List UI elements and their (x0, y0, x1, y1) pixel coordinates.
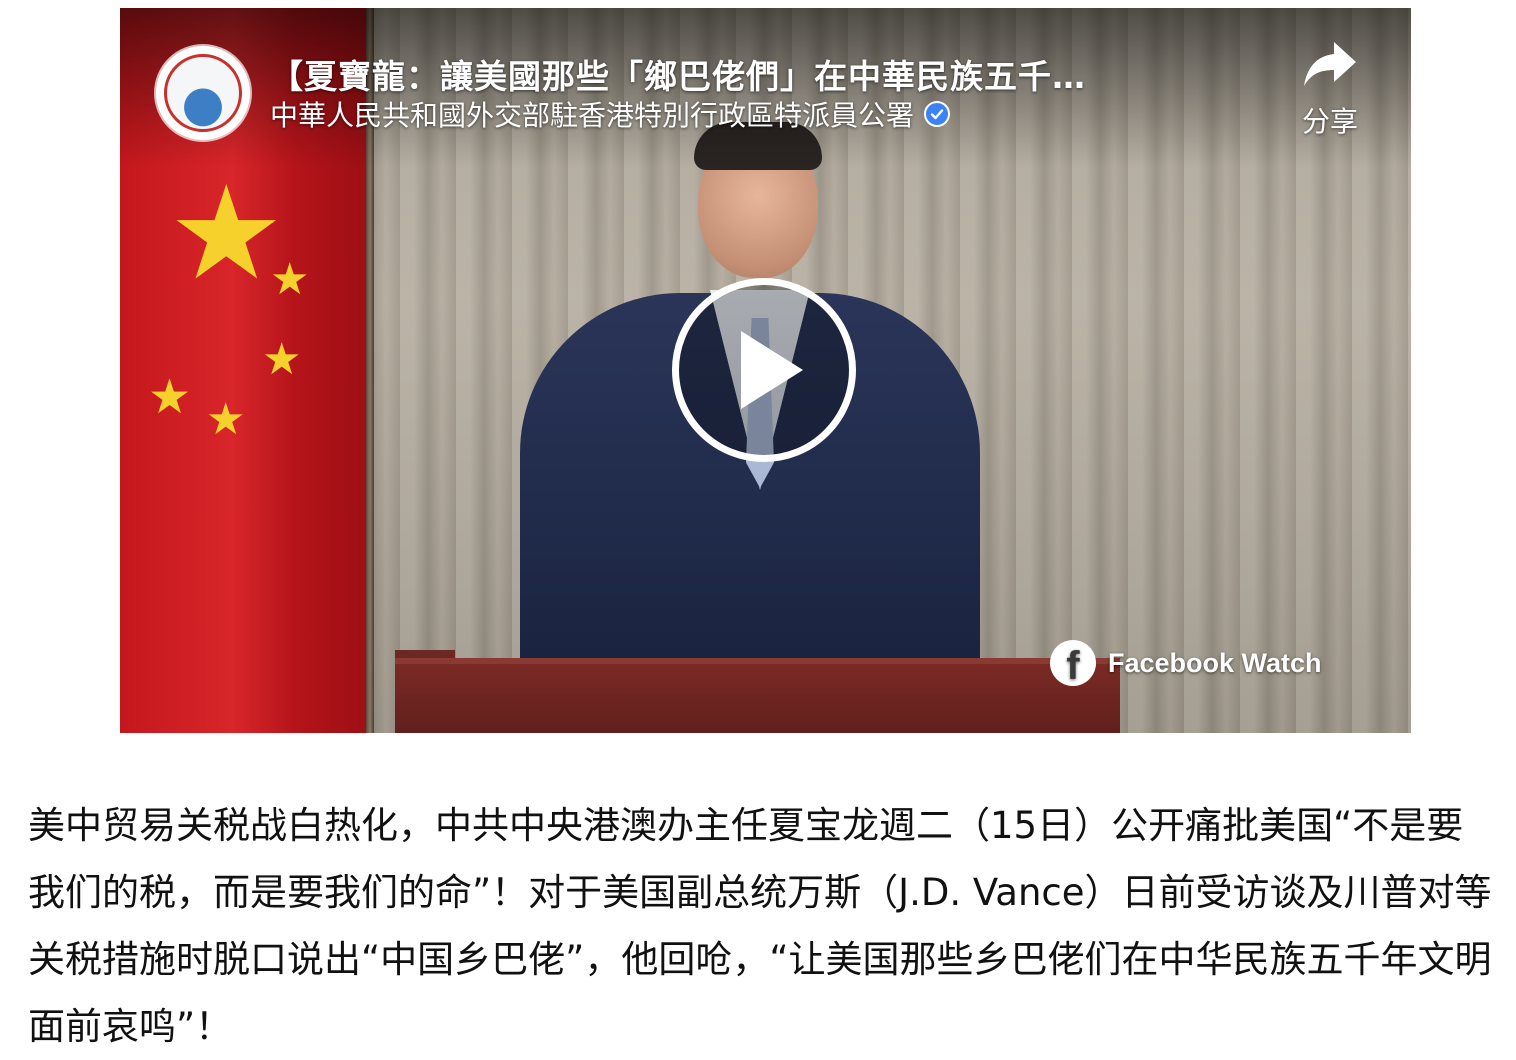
article-paragraph: 美中贸易关税战白热化，中共中央港澳办主任夏宝龙週二（15日）公开痛批美国“不是要… (28, 804, 1492, 1048)
flag-star-large: ★ (168, 157, 285, 309)
channel-info[interactable]: 中華人民共和國外交部駐香港特別行政區特派員公署 (270, 94, 951, 134)
flag-star-small: ★ (262, 334, 302, 385)
checkmark-icon (930, 109, 944, 120)
channel-name[interactable]: 中華人民共和國外交部駐香港特別行政區特派員公署 (270, 94, 914, 134)
video-embed[interactable]: ★ ★ ★ ★ ★ 【夏寶龍：讓美國那些「鄉巴佬們」在中華民族五千… 中華人民共… (120, 8, 1411, 733)
flag-star-small: ★ (206, 394, 246, 445)
channel-avatar[interactable] (156, 46, 250, 140)
podium (395, 658, 1120, 733)
share-label: 分享 (1301, 105, 1358, 138)
play-button[interactable] (672, 278, 856, 462)
verified-badge-icon (924, 101, 951, 127)
share-button[interactable]: 分享 (1285, 38, 1375, 148)
play-icon (741, 331, 803, 409)
flag-star-small: ★ (270, 254, 310, 305)
facebook-watch-watermark: f Facebook Watch (1050, 640, 1322, 686)
facebook-icon: f (1050, 640, 1096, 686)
flag-star-small: ★ (148, 369, 192, 425)
watermark-label: Facebook Watch (1108, 647, 1322, 678)
video-title[interactable]: 【夏寶龍：讓美國那些「鄉巴佬們」在中華民族五千… (270, 50, 1270, 98)
share-arrow-icon (1304, 42, 1356, 86)
channel-logo-emblem (164, 54, 242, 132)
